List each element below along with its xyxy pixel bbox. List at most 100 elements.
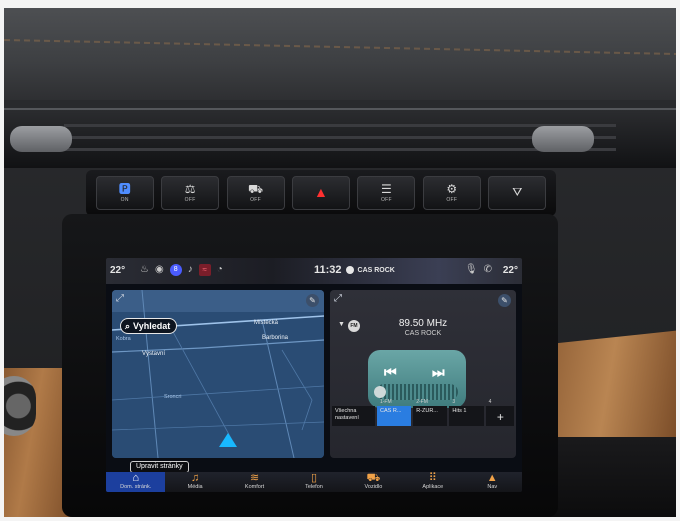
radio-knob [374,386,386,398]
dock-label: Nav [487,484,498,490]
vent-knob-right [532,126,594,152]
nav-icon: ▲ [486,472,498,484]
clock: 11:32 [314,264,342,276]
preset-number: 2-FM [416,399,428,405]
switch-6[interactable]: ⛛ [488,176,547,210]
dock-label: Média [187,484,203,490]
preset-label: CAS R... [379,408,402,414]
all-settings-button[interactable]: Všechna nastavení [332,406,375,426]
dock-label: Dom. stránk. [120,484,152,490]
profile-icon[interactable]: 8 [169,264,182,276]
radio-frequency: 89.50 MHz [398,318,448,329]
switch-bank: 🅿 ON ⚖ OFF ⛟ OFF ▲ ☰ OFF ⚙ OFF ⛛ [86,170,556,216]
apps-icon: ⠿ [428,472,437,484]
status-icons-right: 🎙 ✆ [465,264,492,275]
search-icon: ⌕ [125,320,131,331]
preset-label: Hits 1 [452,408,467,414]
map-label-vystavni: Výstavní [142,351,166,357]
expand-icon[interactable]: ⤢ [334,293,342,304]
steering-heat-icon[interactable]: ◉ [155,264,164,276]
preset-label: R-ZUR... [416,408,438,414]
map-label-barborina: Barborina [262,335,289,341]
preset-bar: Všechna nastavení 1-FM CAS R... 2-FM R-ZUR..… [332,399,515,426]
dock-phone[interactable]: ▯ Telefon [284,472,343,492]
dock-label: Komfort [244,484,265,490]
dock-apps[interactable]: ⠿ Aplikace [403,472,462,492]
radio-grille [376,384,458,400]
switch-icon: ☰ [381,182,392,196]
home-icon: ⌂ [132,472,140,484]
switch-icon: 🅿 [118,182,131,196]
preset-1[interactable]: 1-FM CAS R... [376,399,412,426]
navigation-arrow-icon [219,433,237,447]
switch-4[interactable]: ☰ OFF [357,176,416,210]
dock-comfort[interactable]: ≋ Komfort [225,472,284,492]
map-search-button[interactable]: ⌕ Vyhledat [120,318,178,334]
vehicle-icon: ⛟ [366,472,381,484]
preset-label: + [496,410,504,424]
switch-icon: ⛛ [512,185,523,199]
notification-icon[interactable]: ♪ [188,264,193,276]
rotary-dial [4,376,36,436]
map-roads [112,290,324,458]
preset-2[interactable]: 2-FM R-ZUR... [413,399,448,426]
preset-label: Všechna nastavení [335,408,359,421]
map-card[interactable]: ⤢ ✎ ⌕ Vyhledat Místecká Barborina Kobra … [112,290,324,458]
dock-label: Vozidlo [364,484,383,490]
next-icon[interactable]: ⏭ [432,364,445,381]
temperature-left[interactable]: 22° [110,265,125,276]
preset-3[interactable]: 3 Hits 1 [449,399,484,426]
bottom-dock: ⌂ Dom. stránk. ♫ Média ≋ Komfort ▯ Telefon ⛟ Vozi… [106,472,522,492]
phone-status-icon[interactable]: ✆ [484,264,492,275]
map-label-mistecka: Místecká [254,320,279,326]
switch-0[interactable]: 🅿 ON [95,176,154,210]
preset-number: 1-FM [379,399,392,405]
edit-icon[interactable]: ✎ [306,294,319,307]
switch-label: OFF [250,197,261,203]
dock-label: Telefon [305,484,323,490]
preset-number: 3 [452,399,456,405]
infotainment-screen: 22° ♨ ◉ 8 ♪ ≈ ◔ 11:32 CAS ROCK 🎙 ✆ 22° ⤢… [106,258,522,492]
dock-vehicle[interactable]: ⛟ Vozidlo [344,472,403,492]
previous-icon[interactable]: ⏮ [384,364,397,381]
preset-number: 4 [488,399,492,405]
dock-nav[interactable]: ▲ Nav [463,472,522,492]
switch-1[interactable]: ⚖ OFF [161,176,220,210]
switch-label: OFF [184,197,196,203]
switch-5[interactable]: ⚙ OFF [422,176,481,210]
switch-label: OFF [380,197,392,203]
dock-label: Aplikace [422,484,444,490]
switch-3[interactable]: ▲ [291,176,350,210]
switch-icon: ▲ [314,184,328,200]
status-icons-left: ♨ ◉ 8 ♪ ≈ ◔ [140,264,223,276]
expand-icon[interactable]: ⤢ [116,293,124,304]
switch-icon: ⚙ [446,182,458,196]
switch-icon: ⛟ [247,182,264,196]
comfort-icon: ≋ [249,472,260,484]
radio-card[interactable]: ⤢ ✎ ▼ FM 89.50 MHz CAS ROCK ⏮ ⏭ Všechna … [330,290,516,458]
switch-label: ON [120,197,129,203]
switch-label: OFF [446,197,458,203]
map-search-label: Vyhledat [133,321,171,331]
add-preset-button[interactable]: 4 + [485,399,515,426]
user-icon[interactable]: ◔ [217,264,223,276]
radio-station: CAS ROCK [404,330,442,337]
vent-knob-left [10,126,72,152]
switch-icon: ⚖ [184,182,196,196]
status-bar: 22° ♨ ◉ 8 ♪ ≈ ◔ 11:32 CAS ROCK 🎙 ✆ 22° [106,258,522,284]
seat-heat-icon[interactable]: ♨ [140,264,149,276]
map-label-kobra: Kobra [116,336,131,342]
switch-2[interactable]: ⛟ OFF [226,176,285,210]
phone-icon: ▯ [310,472,317,484]
status-center: 11:32 CAS ROCK [314,264,395,276]
microphone-icon[interactable]: 🎙 [465,264,478,275]
wifi-icon[interactable]: ≈ [198,264,211,276]
temperature-right[interactable]: 22° [503,265,518,276]
dashboard-top [4,8,676,100]
status-station: CAS ROCK [357,266,395,274]
media-icon: ♫ [191,472,200,484]
dock-home[interactable]: ⌂ Dom. stránk. [106,472,166,492]
dock-media[interactable]: ♫ Média [165,472,224,492]
edit-icon[interactable]: ✎ [498,294,511,307]
map-label-sroncri: Sroncri [164,394,182,400]
